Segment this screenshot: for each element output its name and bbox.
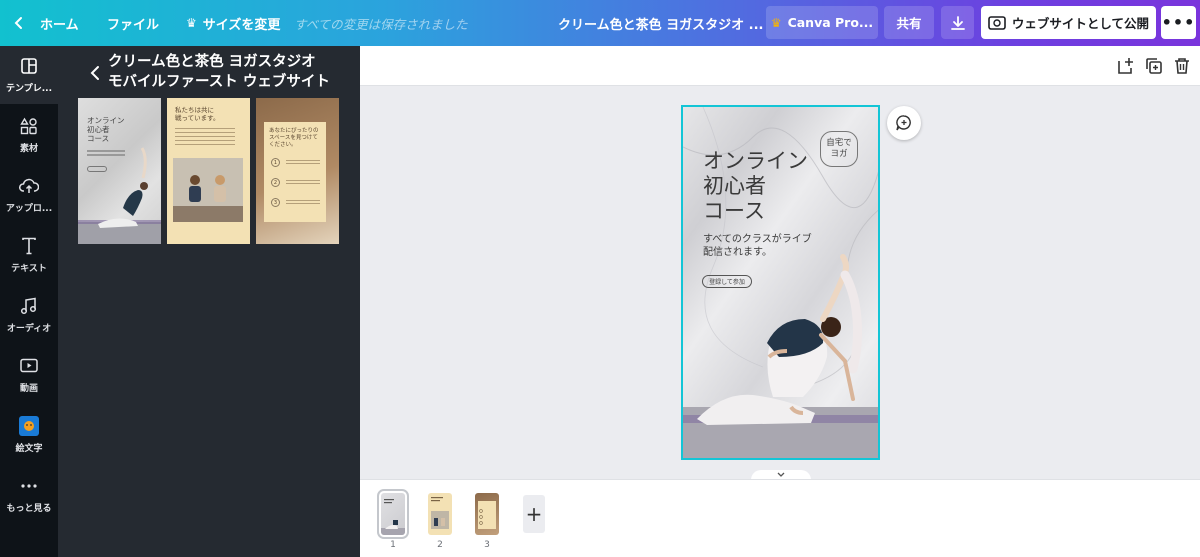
publish-label: ウェブサイトとして公開 bbox=[1011, 16, 1150, 31]
page-thumbnail[interactable] bbox=[475, 493, 499, 535]
page-number: 1 bbox=[390, 540, 396, 550]
design-page[interactable]: 自宅で ヨガ オンライン 初心者 コース すべてのクラスがライブ 配信されます。… bbox=[681, 105, 880, 460]
crown-icon: ♛ bbox=[186, 16, 197, 30]
thumb-text-lines bbox=[286, 160, 320, 161]
crown-icon: ♛ bbox=[770, 15, 782, 30]
home-label: ホーム bbox=[40, 17, 79, 33]
thumb-step: 3 bbox=[271, 198, 280, 207]
canva-pro-button[interactable]: ♛ Canva Pro... bbox=[766, 6, 878, 39]
save-status-text: すべての変更は保存されました bbox=[294, 16, 468, 32]
rail-label: テキスト bbox=[11, 264, 47, 274]
rail-item-video[interactable]: 動画 bbox=[0, 346, 58, 404]
page-number: 3 bbox=[484, 540, 490, 550]
add-page-button[interactable]: + bbox=[523, 495, 545, 533]
rail-label: 素材 bbox=[19, 144, 38, 154]
thumb-heading: あなたにぴったりの スペースを見つけて ください。 bbox=[269, 128, 319, 148]
more-dots-icon: ••• bbox=[1161, 13, 1196, 32]
rail-label: アップロ... bbox=[5, 204, 53, 214]
thumb-step: 1 bbox=[271, 158, 280, 167]
share-button[interactable]: 共有 bbox=[884, 6, 934, 39]
panel-title-line: クリーム色と茶色 ヨガスタジオ bbox=[108, 54, 316, 70]
top-bar: ホーム ファイル ♛ サイズを変更 すべての変更は保存されました クリーム色と茶… bbox=[0, 0, 1200, 46]
thumb-step: 2 bbox=[271, 178, 280, 187]
rail-label: 動画 bbox=[19, 384, 38, 394]
add-comment-button[interactable] bbox=[887, 106, 921, 140]
rail-label: オーディオ bbox=[6, 324, 52, 334]
audio-icon bbox=[19, 296, 39, 316]
template-icon bbox=[19, 56, 39, 76]
rail-item-more[interactable]: もっと見る bbox=[0, 466, 58, 524]
page-heading[interactable]: オンライン 初心者 コース bbox=[703, 149, 808, 224]
document-title-text: クリーム色と茶色 ヨガスタジオ ... bbox=[558, 17, 764, 33]
canvas-toolbar bbox=[360, 46, 1200, 86]
template-thumbnail[interactable]: 私たちは共に 戦っています。 bbox=[167, 98, 250, 244]
yoga-photo bbox=[173, 158, 243, 222]
page-thumbnail[interactable] bbox=[377, 489, 409, 539]
home-yoga-badge[interactable]: 自宅で ヨガ bbox=[820, 131, 858, 167]
template-thumbnail[interactable]: あなたにぴったりの スペースを見つけて ください。 1 2 3 bbox=[256, 98, 339, 244]
file-label: ファイル bbox=[107, 17, 160, 33]
rail-item-emoji[interactable]: 絵文字 bbox=[0, 406, 58, 464]
video-icon bbox=[19, 356, 39, 376]
page-subtitle[interactable]: すべてのクラスがライブ 配信されます。 bbox=[703, 233, 812, 259]
text-icon bbox=[19, 236, 39, 256]
resize-button[interactable]: ♛ サイズを変更 bbox=[186, 0, 280, 46]
yoga-photo bbox=[78, 147, 161, 244]
page-number: 2 bbox=[437, 540, 443, 550]
rail-label: 絵文字 bbox=[15, 444, 43, 454]
home-button[interactable]: ホーム bbox=[14, 0, 79, 46]
template-thumbnail[interactable]: オンライン 初心者 コース bbox=[78, 98, 161, 244]
download-button[interactable] bbox=[941, 6, 974, 39]
more-dots-icon bbox=[19, 476, 39, 496]
rail-item-text[interactable]: テキスト bbox=[0, 226, 58, 284]
elements-icon bbox=[19, 116, 39, 136]
back-arrow-icon[interactable] bbox=[88, 63, 102, 83]
canva-pro-label: Canva Pro... bbox=[787, 15, 874, 30]
template-panel: クリーム色と茶色 ヨガスタジオ モバイルファースト ウェブサイト オンライン 初… bbox=[58, 46, 360, 557]
resize-label: サイズを変更 bbox=[202, 17, 281, 33]
emoji-icon bbox=[19, 416, 39, 436]
pages-strip: 1 2 3 + bbox=[360, 479, 1200, 557]
rail-item-uploads[interactable]: アップロ... bbox=[0, 166, 58, 224]
rail-label: テンプレ... bbox=[6, 84, 52, 94]
page-preview bbox=[431, 497, 449, 529]
save-status: すべての変更は保存されました bbox=[294, 0, 468, 46]
comment-add-icon bbox=[896, 115, 911, 131]
document-title[interactable]: クリーム色と茶色 ヨガスタジオ ... bbox=[558, 0, 763, 46]
page-preview bbox=[478, 501, 496, 529]
share-label: 共有 bbox=[896, 16, 922, 31]
upload-icon bbox=[19, 176, 39, 196]
chevron-down-icon bbox=[777, 472, 785, 477]
panel-title-line: モバイルファースト ウェブサイト bbox=[108, 74, 330, 90]
download-icon bbox=[950, 15, 965, 30]
duplicate-page-icon[interactable] bbox=[1144, 56, 1164, 76]
file-menu[interactable]: ファイル bbox=[107, 0, 159, 46]
rail-item-audio[interactable]: オーディオ bbox=[0, 286, 58, 344]
more-options-button[interactable]: ••• bbox=[1161, 6, 1196, 39]
register-button[interactable]: 登録して参加 bbox=[702, 275, 752, 288]
website-icon bbox=[988, 15, 1006, 30]
rail-item-elements[interactable]: 素材 bbox=[0, 106, 58, 164]
thumb-text-lines bbox=[175, 128, 235, 129]
delete-page-icon[interactable] bbox=[1172, 56, 1192, 76]
thumb-heading: 私たちは共に 戦っています。 bbox=[175, 106, 220, 122]
rail-item-templates[interactable]: テンプレ... bbox=[0, 46, 58, 104]
page-preview bbox=[381, 499, 405, 535]
panel-title: クリーム色と茶色 ヨガスタジオ モバイルファースト ウェブサイト bbox=[108, 52, 330, 92]
plus-icon: + bbox=[525, 502, 543, 526]
add-page-icon[interactable] bbox=[1115, 56, 1135, 76]
side-rail: テンプレ... 素材 アップロ... テキスト オーディオ 動画 絵文字 もっと… bbox=[0, 46, 58, 557]
page-thumbnail[interactable] bbox=[428, 493, 452, 535]
rail-label: もっと見る bbox=[6, 504, 52, 514]
publish-website-button[interactable]: ウェブサイトとして公開 bbox=[981, 6, 1156, 39]
chevron-left-icon bbox=[14, 17, 22, 29]
